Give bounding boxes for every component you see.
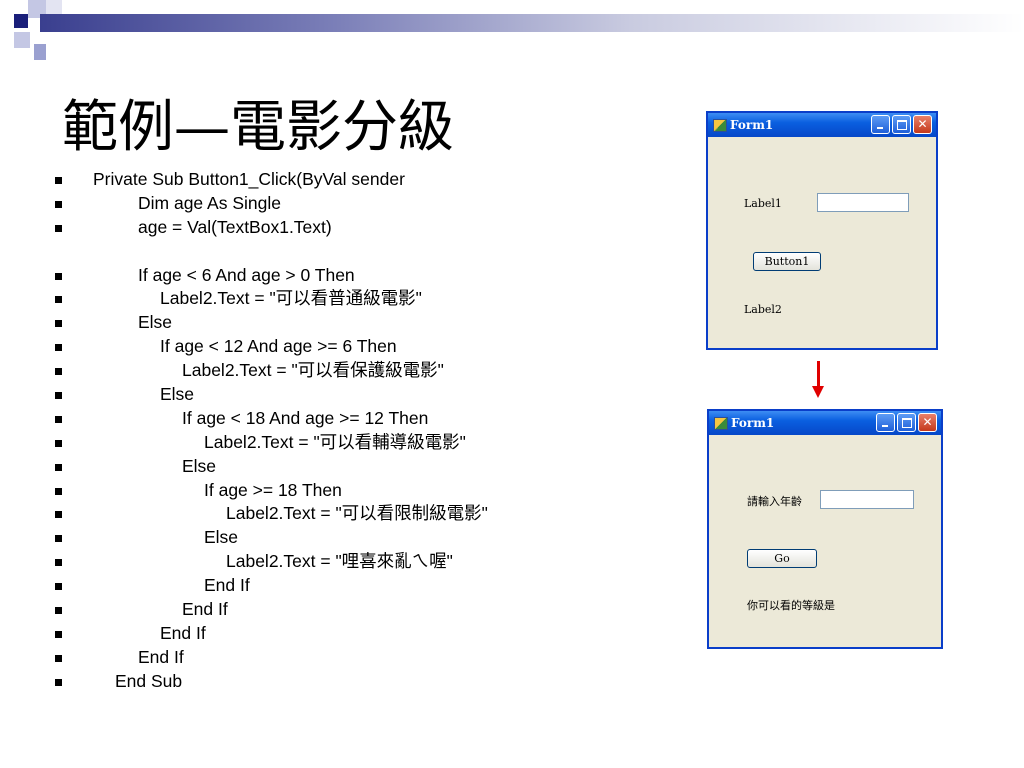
- arrow-down-icon: [817, 361, 820, 389]
- code-text: End If: [160, 622, 206, 643]
- textbox1[interactable]: [817, 193, 909, 212]
- bullet-icon: [55, 320, 62, 328]
- code-text: Label2.Text = "可以看輔導級電影": [204, 431, 466, 452]
- label2: Label2: [744, 303, 782, 316]
- form-window-design: Form1 ✕ Label1 Button1 Label2: [706, 111, 938, 350]
- minimize-button[interactable]: [876, 413, 895, 432]
- bullet-icon: [55, 511, 62, 519]
- code-line: Else: [55, 383, 655, 407]
- code-line: age = Val(TextBox1.Text): [55, 216, 655, 240]
- code-line: Label2.Text = "哩喜來亂ㄟ喔": [55, 550, 655, 574]
- slide-title: 範例—電影分級: [62, 95, 454, 160]
- maximize-button[interactable]: [892, 115, 911, 134]
- title-bar-decoration: [40, 14, 1024, 32]
- code-text: Else: [160, 384, 195, 405]
- code-text: age = Val(TextBox1.Text): [138, 216, 332, 237]
- bullet-icon: [55, 368, 62, 376]
- code-text: Label2.Text = "可以看限制級電影": [226, 503, 488, 524]
- code-line: If age < 6 And age > 0 Then: [55, 264, 655, 288]
- bullet-icon: [55, 415, 62, 423]
- maximize-button[interactable]: [897, 413, 916, 432]
- bullet-icon: [55, 654, 62, 662]
- arrow-head-icon: [812, 386, 824, 398]
- code-text: Label2.Text = "可以看保護級電影": [182, 360, 444, 381]
- bullet-icon: [55, 177, 62, 184]
- button1[interactable]: Button1: [753, 252, 821, 271]
- code-text: Else: [182, 455, 217, 476]
- code-line: Label2.Text = "可以看普通級電影": [55, 287, 655, 311]
- form-app-icon: [713, 119, 727, 132]
- code-text: End If: [138, 646, 184, 667]
- code-text: Else: [204, 527, 239, 548]
- label2: 你可以看的等級是: [747, 599, 835, 612]
- form-app-icon: [714, 417, 728, 430]
- code-line: Label2.Text = "可以看保護級電影": [55, 359, 655, 383]
- code-line: Else: [55, 526, 655, 550]
- window-titlebar: Form1 ✕: [709, 411, 941, 435]
- textbox1[interactable]: [820, 490, 914, 509]
- code-text: Private Sub Button1_Click(ByVal sender: [93, 169, 405, 189]
- bullet-icon: [55, 678, 62, 686]
- code-text: End If: [182, 599, 228, 620]
- code-text: If age >= 18 Then: [204, 479, 342, 500]
- code-line: Else: [55, 311, 655, 335]
- code-text: Dim age As Single: [138, 192, 281, 213]
- go-button[interactable]: Go: [747, 549, 817, 568]
- code-line: If age >= 18 Then: [55, 479, 655, 503]
- window-title: Form1: [731, 416, 775, 430]
- code-line: End Sub: [55, 670, 655, 694]
- code-text: If age < 6 And age > 0 Then: [138, 264, 355, 285]
- bullet-icon: [55, 392, 62, 400]
- code-line: If age < 12 And age >= 6 Then: [55, 335, 655, 359]
- bullet-icon: [55, 583, 62, 591]
- form-window-runtime: Form1 ✕ 請輸入年齡 Go 你可以看的等級是: [707, 409, 943, 649]
- code-text: Label2.Text = "可以看普通級電影": [160, 288, 422, 309]
- bullet-icon: [55, 559, 62, 567]
- bullet-icon: [55, 200, 62, 208]
- code-line: End If: [55, 646, 655, 670]
- minimize-button[interactable]: [871, 115, 890, 134]
- code-text: If age < 12 And age >= 6 Then: [160, 336, 397, 357]
- code-text: Label2.Text = "哩喜來亂ㄟ喔": [226, 551, 453, 572]
- code-line: Private Sub Button1_Click(ByVal sender: [55, 168, 655, 192]
- code-listing: Private Sub Button1_Click(ByVal sender Di…: [55, 168, 655, 694]
- bullet-icon: [55, 487, 62, 495]
- bullet-icon: [55, 439, 62, 447]
- code-line: If age < 18 And age >= 12 Then: [55, 407, 655, 431]
- close-button[interactable]: ✕: [913, 115, 932, 134]
- code-text: If age < 18 And age >= 12 Then: [182, 407, 429, 428]
- window-title: Form1: [730, 118, 774, 132]
- bullet-icon: [55, 535, 62, 543]
- bullet-icon: [55, 296, 62, 304]
- label1: 請輸入年齡: [747, 495, 802, 508]
- bullet-icon: [55, 463, 62, 471]
- code-line: Label2.Text = "可以看限制級電影": [55, 502, 655, 526]
- window-titlebar: Form1 ✕: [708, 113, 936, 137]
- code-line: End If: [55, 574, 655, 598]
- code-text: Else: [138, 312, 173, 333]
- code-line: End If: [55, 598, 655, 622]
- code-line: Label2.Text = "可以看輔導級電影": [55, 431, 655, 455]
- bullet-icon: [55, 344, 62, 352]
- bullet-icon: [55, 630, 62, 638]
- code-text: End Sub: [115, 670, 183, 691]
- code-line: Dim age As Single: [55, 192, 655, 216]
- label1: Label1: [744, 197, 782, 210]
- code-line: End If: [55, 622, 655, 646]
- bullet-icon: [55, 272, 62, 280]
- close-button[interactable]: ✕: [918, 413, 937, 432]
- bullet-icon: [55, 607, 62, 615]
- code-line: Else: [55, 455, 655, 479]
- bullet-icon: [55, 224, 62, 232]
- code-text: End If: [204, 575, 250, 596]
